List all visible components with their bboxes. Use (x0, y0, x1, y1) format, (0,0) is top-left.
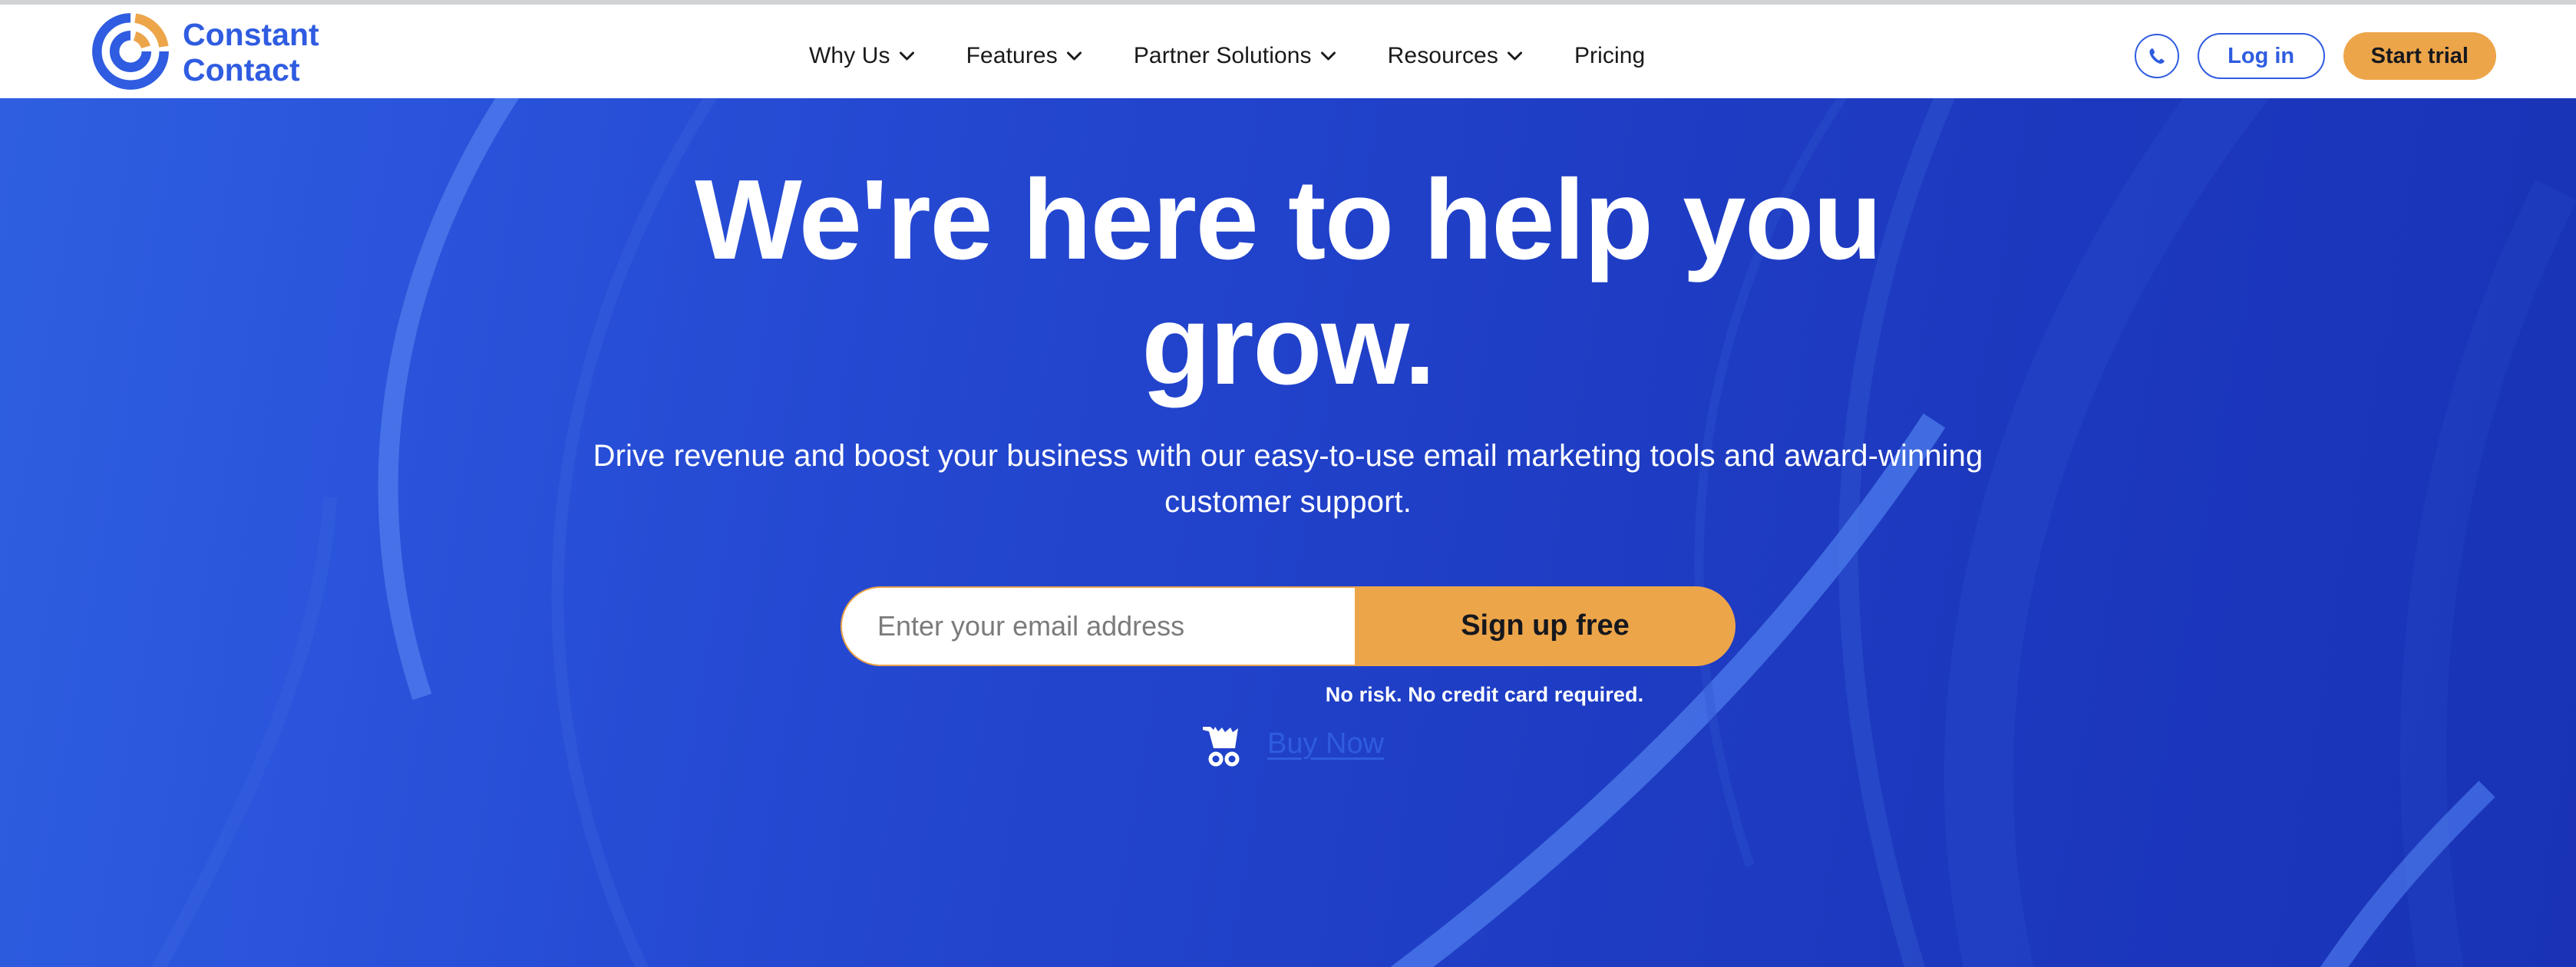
buy-now-link[interactable]: Buy Now (1267, 728, 1384, 761)
email-input[interactable] (841, 586, 1356, 666)
shopping-cart-icon (1202, 726, 1240, 767)
signup-free-button[interactable]: Sign up free (1355, 586, 1735, 666)
site-header: Constant Contact Why Us Features Partner… (0, 5, 2576, 98)
signup-disclaimer: No risk. No credit card required. (1325, 682, 1644, 706)
hero-content: We're here to help you grow. Drive reven… (0, 98, 2576, 967)
nav-label: Features (966, 43, 1058, 68)
constant-contact-logo-icon (92, 13, 169, 90)
nav-label: Why Us (809, 43, 890, 68)
brand-logo[interactable]: Constant Contact (91, 9, 321, 94)
nav-item-features[interactable]: Features (940, 9, 1108, 103)
nav-item-why-us[interactable]: Why Us (783, 9, 940, 103)
nav-label: Resources (1387, 43, 1498, 68)
brand-name-line1: Constant (183, 17, 319, 52)
buy-now-action[interactable]: Buy Now (1201, 722, 1384, 767)
phone-icon (2149, 48, 2165, 64)
chevron-down-icon (1507, 51, 1522, 61)
phone-call-button[interactable] (2134, 34, 2179, 78)
hero-heading: We're here to help you grow. (695, 157, 1882, 408)
nav-item-partner-solutions[interactable]: Partner Solutions (1108, 9, 1362, 103)
start-trial-button[interactable]: Start trial (2343, 32, 2496, 80)
nav-item-pricing[interactable]: Pricing (1548, 9, 1671, 103)
brand-wordmark: Constant Contact (183, 16, 321, 87)
primary-navigation: Why Us Features Partner Solutions Resour… (783, 9, 1671, 103)
nav-label: Pricing (1574, 43, 1646, 68)
brand-name-line2: Contact (183, 52, 300, 87)
signup-form: Sign up free (841, 586, 1735, 666)
chevron-down-icon (899, 51, 914, 61)
chevron-down-icon (1320, 51, 1336, 61)
hero-section: We're here to help you grow. Drive reven… (0, 98, 2576, 967)
login-button[interactable]: Log in (2197, 33, 2325, 79)
page-root: Constant Contact Why Us Features Partner… (0, 0, 2576, 967)
nav-label: Partner Solutions (1133, 43, 1312, 68)
hero-subheading: Drive revenue and boost your business wi… (593, 438, 1983, 519)
nav-item-resources[interactable]: Resources (1362, 9, 1548, 103)
chevron-down-icon (1066, 51, 1082, 61)
header-actions: Log in Start trial (2134, 9, 2496, 103)
